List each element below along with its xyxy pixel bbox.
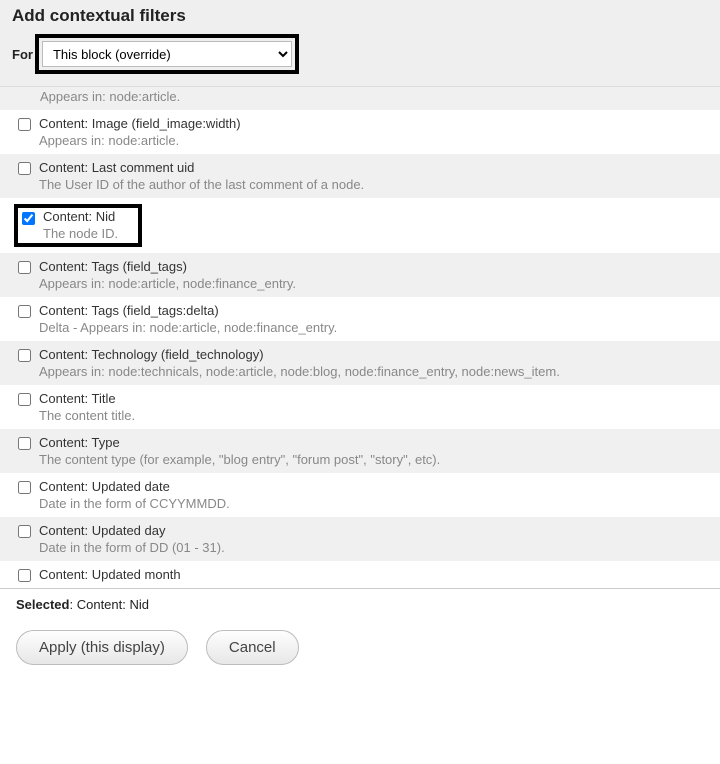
selected-value: Content: Nid [77,597,149,612]
filter-label: Content: Last comment uid [39,160,708,175]
filter-checkbox[interactable] [18,569,31,582]
selected-label: Selected [16,597,69,612]
filter-text: Content: Updated day Date in the form of … [39,523,708,555]
filter-text: Content: Tags (field_tags) Appears in: no… [39,259,708,291]
filter-desc: Appears in: node:article. [39,133,708,148]
filter-label: Content: Technology (field_technology) [39,347,708,362]
filter-text: Content: Technology (field_technology) Ap… [39,347,708,379]
filter-text: Content: Image (field_image:width) Appear… [39,116,708,148]
selected-colon: : [69,597,76,612]
filter-desc: The node ID. [43,226,118,241]
filter-label: Content: Type [39,435,708,450]
cancel-button[interactable]: Cancel [206,630,299,665]
filter-checkbox[interactable] [18,525,31,538]
filter-text: Content: Updated date Date in the form of… [39,479,708,511]
filter-desc-partial: Appears in: node:article. [0,87,720,110]
filter-checkbox[interactable] [18,118,31,131]
filter-desc: Delta - Appears in: node:article, node:f… [39,320,708,335]
dialog-header: Add contextual filters For This block (o… [0,0,720,87]
filter-desc: Date in the form of DD (01 - 31). [39,540,708,555]
for-label: For [12,47,33,62]
filter-label: Content: Updated date [39,479,708,494]
filter-checkbox[interactable] [18,437,31,450]
highlight-box-nid: Content: Nid The node ID. [14,204,142,247]
filter-checkbox[interactable] [18,261,31,274]
filter-text: Content: Type The content type (for examp… [39,435,708,467]
button-bar: Apply (this display) Cancel [0,620,720,681]
filter-label: Content: Updated month [39,567,708,582]
filter-checkbox[interactable] [22,212,35,225]
filter-desc: The content title. [39,408,708,423]
filter-row: Content: Technology (field_technology) Ap… [0,341,720,385]
filter-label: Content: Tags (field_tags) [39,259,708,274]
filter-desc: The User ID of the author of the last co… [39,177,708,192]
for-line: For This block (override) [12,34,708,74]
filter-desc: Date in the form of CCYYMMDD. [39,496,708,511]
filter-row: Content: Image (field_image:width) Appear… [0,110,720,154]
filter-row: Content: Last comment uid The User ID of … [0,154,720,198]
apply-button[interactable]: Apply (this display) [16,630,188,665]
filter-text: Content: Nid The node ID. [43,209,118,241]
filter-text: Content: Last comment uid The User ID of … [39,160,708,192]
filter-row: Content: Updated day Date in the form of … [0,517,720,561]
filter-checkbox[interactable] [18,305,31,318]
filter-row: Content: Tags (field_tags:delta) Delta - … [0,297,720,341]
filter-label: Content: Nid [43,209,118,224]
filter-checkbox[interactable] [18,393,31,406]
filter-checkbox[interactable] [18,481,31,494]
highlight-box-select: This block (override) [35,34,299,74]
filter-row: Content: Type The content type (for examp… [0,429,720,473]
filter-checkbox[interactable] [18,349,31,362]
filter-text: Content: Updated month [39,567,708,582]
filter-row: Content: Updated month [0,561,720,588]
dialog-title: Add contextual filters [12,6,708,26]
filter-row: Content: Nid The node ID. [0,198,720,253]
filter-label: Content: Tags (field_tags:delta) [39,303,708,318]
selected-bar: Selected: Content: Nid [0,588,720,620]
filter-checkbox[interactable] [18,162,31,175]
filter-row: Content: Title The content title. [0,385,720,429]
filter-list: Content: Image (field_image:width) Appear… [0,110,720,588]
filter-desc: Appears in: node:article, node:finance_e… [39,276,708,291]
filter-label: Content: Title [39,391,708,406]
filter-row: Content: Tags (field_tags) Appears in: no… [0,253,720,297]
filter-label: Content: Image (field_image:width) [39,116,708,131]
filter-text: Content: Tags (field_tags:delta) Delta - … [39,303,708,335]
filter-row: Content: Updated date Date in the form of… [0,473,720,517]
filter-desc: Appears in: node:technicals, node:articl… [39,364,708,379]
filter-label: Content: Updated day [39,523,708,538]
filter-desc: The content type (for example, "blog ent… [39,452,708,467]
override-select[interactable]: This block (override) [42,41,292,67]
filter-text: Content: Title The content title. [39,391,708,423]
